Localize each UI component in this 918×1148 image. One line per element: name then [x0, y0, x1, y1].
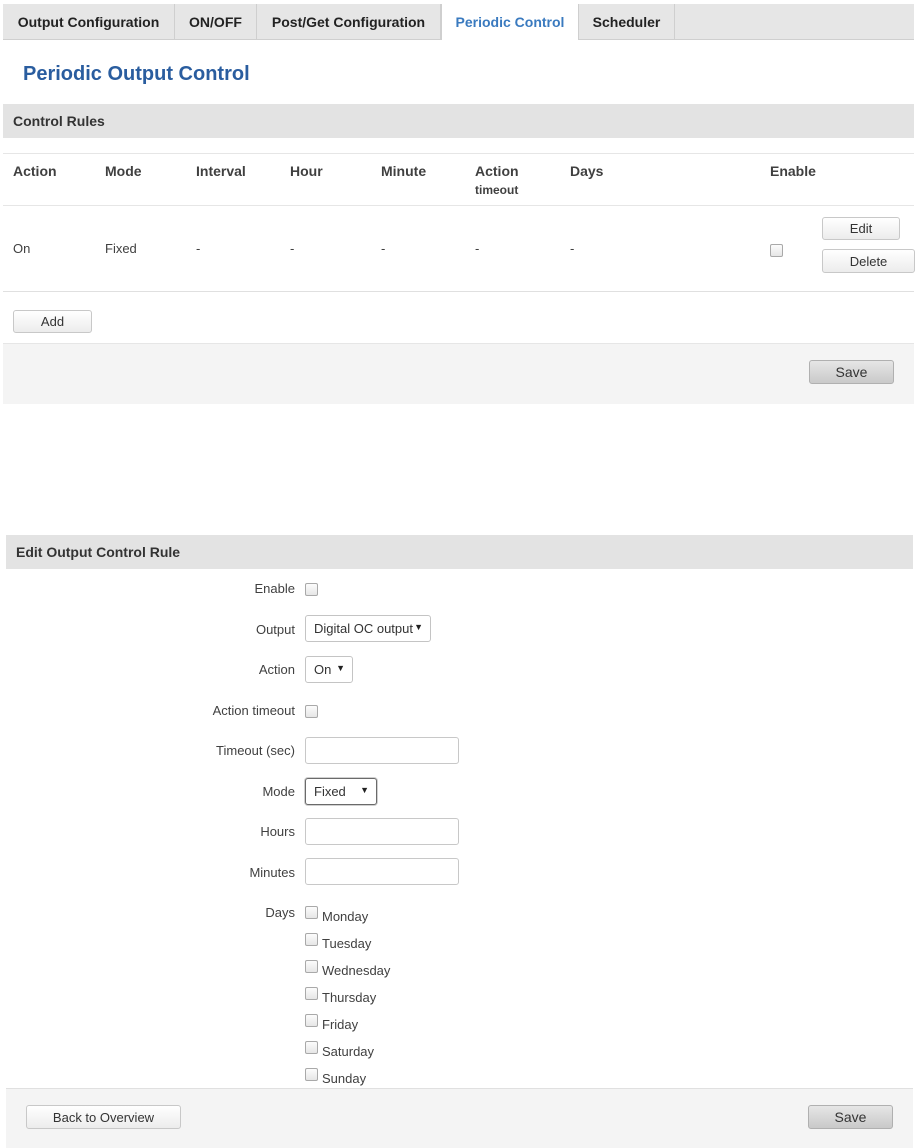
col-action-timeout: Action timeout [475, 163, 519, 197]
timeout-label: Timeout (sec) [216, 743, 295, 758]
day-label: Thursday [322, 990, 377, 1005]
enable-label: Enable [254, 581, 295, 596]
day-checkbox[interactable] [305, 1014, 318, 1027]
back-to-overview-button[interactable]: Back to Overview [26, 1105, 181, 1129]
action-timeout-checkbox[interactable] [305, 705, 318, 718]
edit-button[interactable]: Edit [822, 217, 900, 240]
edit-footer: Back to Overview Save [6, 1088, 913, 1148]
output-label: Output [255, 622, 295, 637]
section-title: Edit Output Control Rule [16, 544, 181, 560]
col-action-timeout-line2: timeout [475, 183, 519, 197]
col-enable: Enable [770, 163, 816, 179]
row-enable-checkbox[interactable] [770, 244, 783, 257]
caret-down-icon: ▼ [336, 663, 345, 673]
timeout-input[interactable] [305, 737, 459, 764]
tab-post-get-configuration[interactable]: Post/Get Configuration [257, 4, 441, 39]
save-button[interactable]: Save [809, 360, 894, 384]
section-title: Control Rules [13, 113, 105, 129]
delete-button[interactable]: Delete [822, 249, 915, 273]
day-checkbox[interactable] [305, 1041, 318, 1054]
action-select-value: On [314, 662, 332, 677]
control-rules-header: Control Rules [3, 104, 914, 138]
output-select[interactable]: Digital OC output ▼ [305, 615, 431, 642]
cell-mode: Fixed [105, 241, 137, 256]
day-checkbox[interactable] [305, 960, 318, 973]
caret-down-icon: ▼ [360, 785, 369, 795]
day-label: Wednesday [322, 963, 391, 978]
hours-label: Hours [260, 824, 295, 839]
tab-on-off[interactable]: ON/OFF [175, 4, 257, 39]
col-action-timeout-line1: Action [475, 163, 519, 179]
col-hour: Hour [290, 163, 323, 179]
tab-output-configuration[interactable]: Output Configuration [3, 4, 175, 39]
day-checkbox[interactable] [305, 987, 318, 1000]
day-label: Saturday [322, 1044, 375, 1059]
col-mode: Mode [105, 163, 142, 179]
day-option-monday[interactable]: Monday [305, 906, 369, 924]
output-select-value: Digital OC output [314, 621, 413, 636]
days-label: Days [265, 905, 295, 920]
enable-checkbox[interactable] [305, 583, 318, 596]
mode-select-value: Fixed [314, 784, 346, 799]
action-label: Action [258, 662, 295, 677]
mode-select[interactable]: Fixed ▼ [305, 778, 377, 805]
day-checkbox[interactable] [305, 1068, 318, 1081]
day-label: Friday [322, 1017, 359, 1032]
save-button[interactable]: Save [808, 1105, 893, 1129]
tab-scheduler[interactable]: Scheduler [579, 4, 675, 39]
day-label: Tuesday [322, 936, 372, 951]
col-days: Days [570, 163, 604, 179]
cell-action: On [13, 241, 31, 256]
minutes-label: Minutes [249, 865, 295, 880]
day-label: Sunday [322, 1071, 367, 1086]
cell-action-timeout: - [475, 241, 480, 256]
action-select[interactable]: On ▼ [305, 656, 353, 683]
col-minute: Minute [381, 163, 427, 179]
add-button[interactable]: Add [13, 310, 92, 333]
action-timeout-label: Action timeout [212, 703, 295, 718]
cell-interval: - [196, 241, 201, 256]
rules-footer: Save [3, 343, 914, 404]
edit-rule-header: Edit Output Control Rule [6, 535, 913, 569]
col-action: Action [13, 163, 57, 179]
caret-down-icon: ▼ [414, 622, 423, 632]
cell-minute: - [381, 241, 386, 256]
table-row: On Fixed - - - - - Edit Delete [3, 206, 915, 292]
tab-bar: Output Configuration ON/OFF Post/Get Con… [3, 4, 914, 40]
cell-days: - [570, 241, 575, 256]
day-checkbox[interactable] [305, 906, 318, 919]
day-option-thursday[interactable]: Thursday [305, 987, 377, 1005]
day-label: Monday [322, 909, 369, 924]
col-interval: Interval [196, 163, 246, 179]
day-option-friday[interactable]: Friday [305, 1014, 359, 1032]
day-checkbox[interactable] [305, 933, 318, 946]
day-option-saturday[interactable]: Saturday [305, 1041, 375, 1059]
minutes-input[interactable] [305, 858, 459, 885]
day-option-wednesday[interactable]: Wednesday [305, 960, 391, 978]
day-option-tuesday[interactable]: Tuesday [305, 933, 372, 951]
hours-input[interactable] [305, 818, 459, 845]
rules-table-header: Action Mode Interval Hour Minute Action … [3, 153, 914, 206]
cell-hour: - [290, 241, 295, 256]
page-title: Periodic Output Control [23, 63, 250, 85]
day-option-sunday[interactable]: Sunday [305, 1068, 367, 1086]
tab-periodic-control[interactable]: Periodic Control [441, 4, 579, 40]
mode-label: Mode [262, 784, 295, 799]
